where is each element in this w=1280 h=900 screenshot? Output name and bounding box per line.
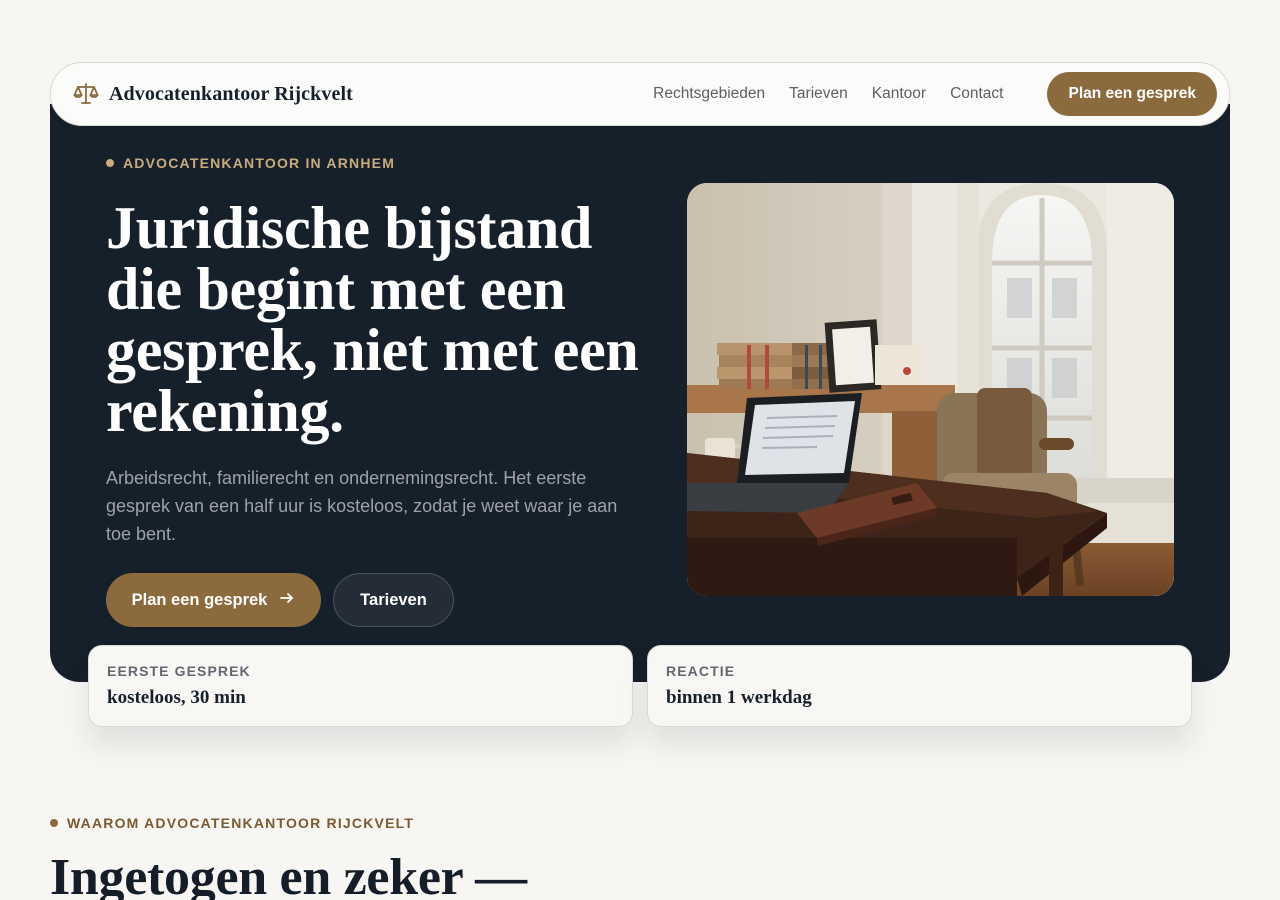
- brand[interactable]: Advocatenkantoor Rijckvelt: [73, 81, 353, 107]
- eyebrow-dot: [50, 819, 58, 827]
- plan-gesprek-label: Plan een gesprek: [131, 590, 268, 609]
- why-title: Ingetogen en zeker —: [50, 849, 527, 900]
- info-card-label: REACTIE: [666, 663, 736, 679]
- info-card-eerste-gesprek: EERSTE GESPREK kosteloos, 30 min: [88, 645, 633, 727]
- site-header: Advocatenkantoor Rijckvelt Rechtsgebiede…: [50, 62, 1230, 126]
- arrow-right-icon: [279, 590, 295, 611]
- nav-link-kantoor[interactable]: Kantoor: [872, 85, 926, 103]
- why-eyebrow: WAAROM ADVOCATENKANTOOR RIJCKVELT: [50, 815, 414, 831]
- plan-gesprek-button[interactable]: Plan een gesprek: [106, 573, 321, 627]
- info-card-value: binnen 1 werkdag: [666, 687, 812, 708]
- office-photo: [687, 183, 1174, 596]
- hero-section: ADVOCATENKANTOOR IN ARNHEM Juridische bi…: [50, 104, 1230, 682]
- header-cta-button[interactable]: Plan een gesprek: [1047, 72, 1217, 116]
- nav-link-rechtsgebieden[interactable]: Rechtsgebieden: [653, 85, 765, 103]
- scales-icon: [73, 81, 99, 107]
- brand-name: Advocatenkantoor Rijckvelt: [109, 82, 353, 105]
- nav-link-contact[interactable]: Contact: [950, 85, 1003, 103]
- tarieven-button[interactable]: Tarieven: [333, 573, 454, 627]
- hero-eyebrow: ADVOCATENKANTOOR IN ARNHEM: [106, 155, 395, 171]
- nav-link-tarieven[interactable]: Tarieven: [789, 85, 848, 103]
- info-card-value: kosteloos, 30 min: [107, 687, 246, 708]
- info-card-reactie: REACTIE binnen 1 werkdag: [647, 645, 1192, 727]
- hero-title: Juridische bijstand die begint met een g…: [106, 195, 639, 444]
- main-nav: Rechtsgebieden Tarieven Kantoor Contact …: [653, 72, 1217, 116]
- why-eyebrow-text: WAAROM ADVOCATENKANTOOR RIJCKVELT: [67, 815, 415, 831]
- info-card-label: EERSTE GESPREK: [107, 663, 251, 679]
- hero-eyebrow-text: ADVOCATENKANTOOR IN ARNHEM: [123, 155, 396, 171]
- eyebrow-dot: [106, 159, 114, 167]
- office-illustration: [687, 183, 1174, 596]
- hero-subtitle: Arbeidsrecht, familierecht en ondernemin…: [106, 468, 618, 544]
